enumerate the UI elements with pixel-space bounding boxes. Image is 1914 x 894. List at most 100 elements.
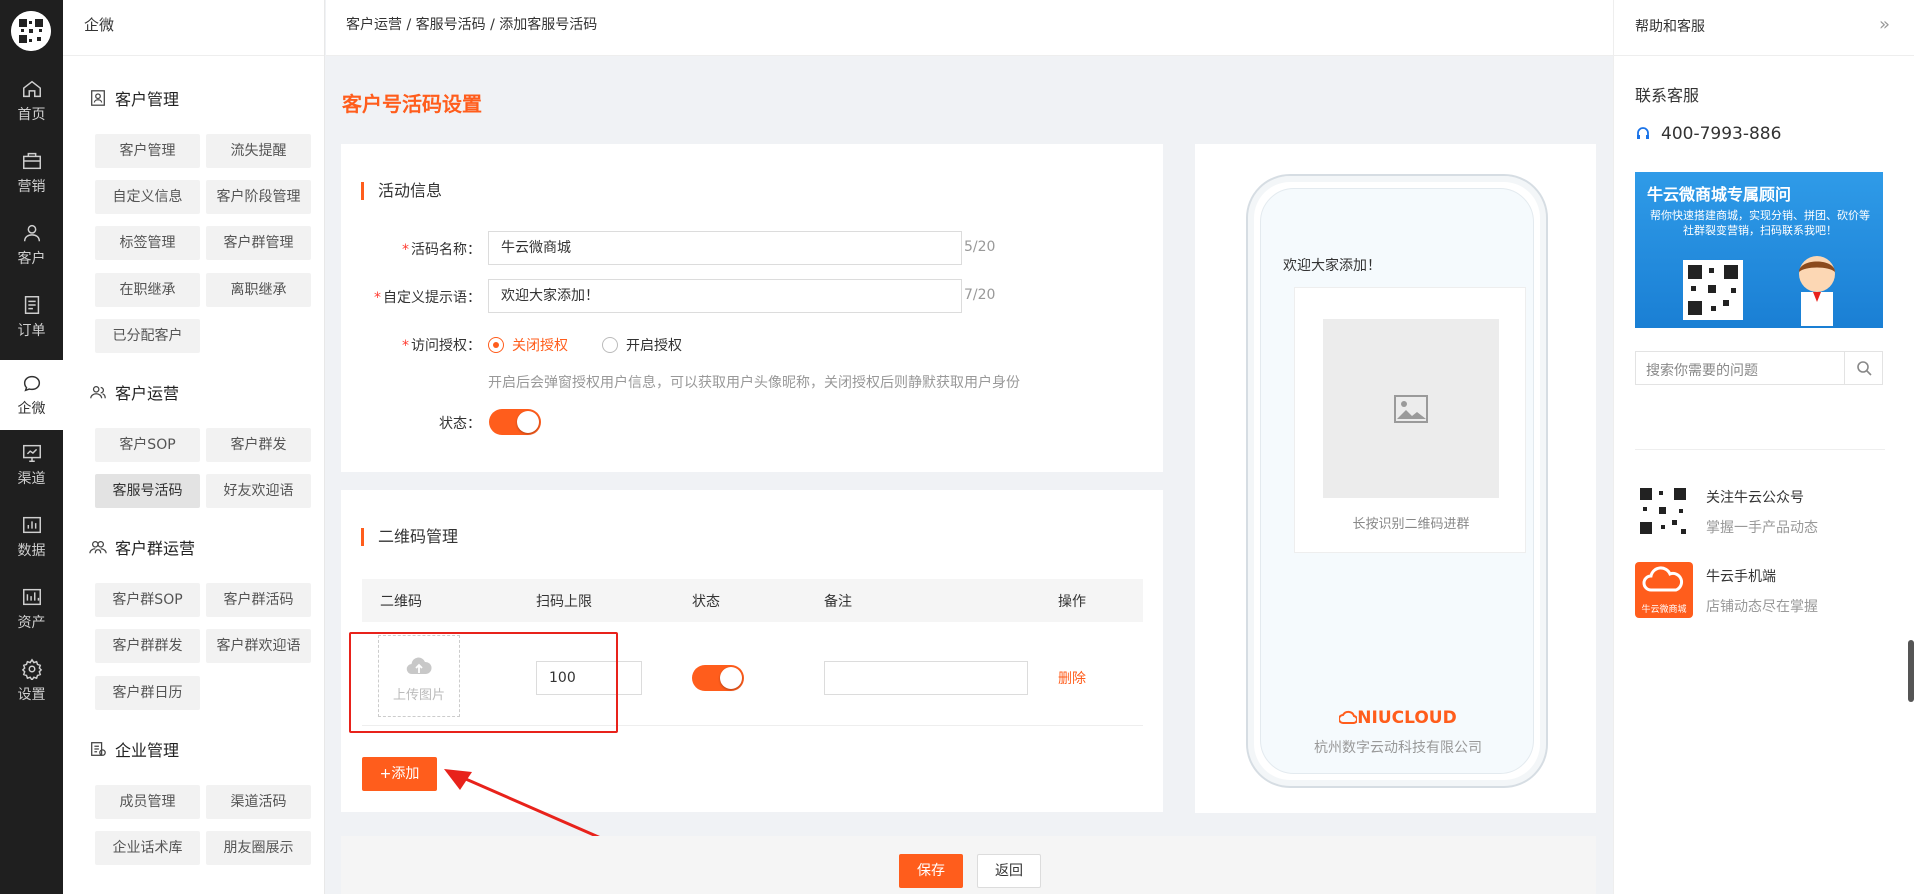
- enterprise-icon: [91, 742, 106, 756]
- contact-phone[interactable]: 400-7993-886: [1635, 124, 1781, 144]
- add-qr-button[interactable]: +添加: [362, 757, 437, 791]
- submenu-item[interactable]: 企业话术库: [95, 831, 200, 865]
- label-text: 活码名称：: [411, 242, 481, 258]
- follow-title: 关注牛云公众号: [1706, 490, 1804, 506]
- submenu-item[interactable]: 成员管理: [95, 785, 200, 819]
- follow-subtitle: 掌握一手产品动态: [1706, 520, 1818, 536]
- section-title-qr: 二维码管理: [361, 528, 458, 546]
- app-subtitle: 店铺动态尽在掌握: [1706, 599, 1818, 615]
- wecom-icon: [21, 372, 43, 394]
- user-icon: [21, 222, 43, 244]
- asset-icon: [21, 586, 43, 608]
- prompt-label: * 自定义提示语：: [341, 287, 481, 307]
- rail-item-wecom[interactable]: 企微: [0, 360, 63, 430]
- submenu-item[interactable]: 客户群活码: [206, 583, 311, 617]
- app-logo-icon: 牛云微商城: [1635, 562, 1693, 618]
- submenu-title: 企微: [63, 0, 324, 56]
- qr-logo-icon: [11, 11, 51, 51]
- image-placeholder-icon: [1394, 395, 1428, 423]
- rail-item-marketing[interactable]: 营销: [0, 138, 63, 210]
- rail-item-customer[interactable]: 客户: [0, 210, 63, 282]
- rail-label: 首页: [17, 107, 46, 123]
- group-title-text: 客户运营: [115, 384, 180, 403]
- submenu-item[interactable]: 朋友圈展示: [206, 831, 311, 865]
- submenu-item[interactable]: 客户群管理: [206, 226, 311, 260]
- qr-code-icon: [1637, 485, 1689, 537]
- rail-item-asset[interactable]: 资产: [0, 574, 63, 646]
- banner-title: 牛云微商城专属顾问: [1647, 185, 1792, 204]
- banner-text: 帮你快速搭建商城，实现分销、拼团、砍价等社群裂变营销，扫码联系我吧！: [1650, 209, 1870, 237]
- rail-label: 数据: [17, 543, 46, 559]
- group-title-customer-manage: 客户管理: [89, 86, 179, 110]
- phone-number: 400-7993-886: [1661, 124, 1782, 144]
- brand-logo: NIUCLOUD: [1261, 708, 1535, 728]
- prompt-input[interactable]: 欢迎大家添加！: [488, 279, 962, 313]
- column-header: 扫码上限: [536, 594, 592, 610]
- submenu-item[interactable]: 自定义信息: [95, 180, 200, 214]
- submenu-item[interactable]: 渠道活码: [206, 785, 311, 819]
- group-title-customer-ops: 客户运营: [89, 380, 179, 404]
- order-icon: [21, 294, 43, 316]
- submenu-item[interactable]: 客户群SOP: [95, 583, 200, 617]
- scrollbar-thumb[interactable]: [1908, 640, 1914, 702]
- submenu-item[interactable]: 客户群群发: [95, 629, 200, 663]
- radio-auth-on[interactable]: 开启授权: [602, 335, 682, 355]
- rail-item-channel[interactable]: 渠道: [0, 430, 63, 502]
- submenu-item[interactable]: 离职继承: [206, 273, 311, 307]
- app-logo[interactable]: [11, 11, 51, 51]
- breadcrumb[interactable]: 客户运营 / 客服号活码 / 添加客服号活码: [326, 0, 1613, 56]
- remark-input[interactable]: [824, 661, 1028, 695]
- submenu-item[interactable]: 好友欢迎语: [206, 474, 311, 508]
- group-title-enterprise: 企业管理: [89, 737, 179, 761]
- row-status-toggle[interactable]: [692, 665, 744, 691]
- required-mark: *: [402, 338, 409, 354]
- search-button[interactable]: [1844, 352, 1882, 384]
- submenu-item[interactable]: 已分配客户: [95, 319, 200, 353]
- rail-item-order[interactable]: 订单: [0, 282, 63, 354]
- advisor-cartoon-icon: [1799, 256, 1835, 326]
- preview-qr-card: 长按识别二维码进群: [1294, 287, 1526, 553]
- name-input[interactable]: 牛云微商城: [488, 231, 962, 265]
- gear-icon: [21, 658, 43, 682]
- rail-item-settings[interactable]: 设置: [0, 646, 63, 718]
- search-icon: [1856, 361, 1872, 376]
- rail-item-home[interactable]: 首页: [0, 66, 63, 138]
- divider: [1635, 449, 1885, 450]
- preview-welcome: 欢迎大家添加！: [1283, 258, 1381, 274]
- data-icon: [21, 514, 43, 536]
- group-title-text: 客户管理: [115, 90, 180, 109]
- secondary-menu: 企微 客户管理 客户管理 流失提醒 自定义信息 客户阶段管理 标签管理 客户群管…: [63, 0, 325, 894]
- collapse-chevron-icon[interactable]: »: [1879, 14, 1890, 35]
- name-char-count: 5/20: [964, 239, 996, 255]
- channel-icon: [21, 442, 43, 464]
- auth-label: * 访问授权：: [341, 335, 481, 355]
- help-header: 帮助和客服 »: [1614, 0, 1914, 56]
- app-badge: 牛云微商城: [1641, 605, 1687, 615]
- group-icon: [89, 540, 107, 554]
- promo-banner[interactable]: 牛云微商城专属顾问 帮你快速搭建商城，实现分销、拼团、砍价等社群裂变营销，扫码联…: [1635, 172, 1883, 328]
- submenu-item[interactable]: 标签管理: [95, 226, 200, 260]
- save-button[interactable]: 保存: [899, 854, 963, 888]
- submenu-item[interactable]: 客户群欢迎语: [206, 629, 311, 663]
- submenu-item[interactable]: 客户阶段管理: [206, 180, 311, 214]
- rail-item-data[interactable]: 数据: [0, 502, 63, 574]
- back-button[interactable]: 返回: [977, 854, 1041, 888]
- submenu-item[interactable]: 客户SOP: [95, 428, 200, 462]
- radio-checked-icon: [488, 337, 504, 353]
- radio-auth-off[interactable]: 关闭授权: [488, 335, 568, 355]
- qr-placeholder: [1323, 319, 1499, 498]
- help-search-box: 搜索你需要的问题: [1635, 351, 1883, 385]
- status-toggle[interactable]: [489, 409, 541, 435]
- table-header: 二维码 扫码上限 状态 备注 操作: [362, 579, 1143, 622]
- submenu-item[interactable]: 流失提醒: [206, 134, 311, 168]
- label-text: 访问授权：: [411, 338, 481, 354]
- submenu-item[interactable]: 客户管理: [95, 134, 200, 168]
- submenu-item-active[interactable]: 客服号活码: [95, 474, 200, 508]
- headset-icon: [1637, 127, 1649, 139]
- delete-link[interactable]: 删除: [1058, 668, 1086, 688]
- search-input[interactable]: 搜索你需要的问题: [1646, 360, 1758, 380]
- submenu-item[interactable]: 在职继承: [95, 273, 200, 307]
- submenu-item[interactable]: 客户群发: [206, 428, 311, 462]
- users-icon: [90, 385, 106, 399]
- submenu-item[interactable]: 客户群日历: [95, 676, 200, 710]
